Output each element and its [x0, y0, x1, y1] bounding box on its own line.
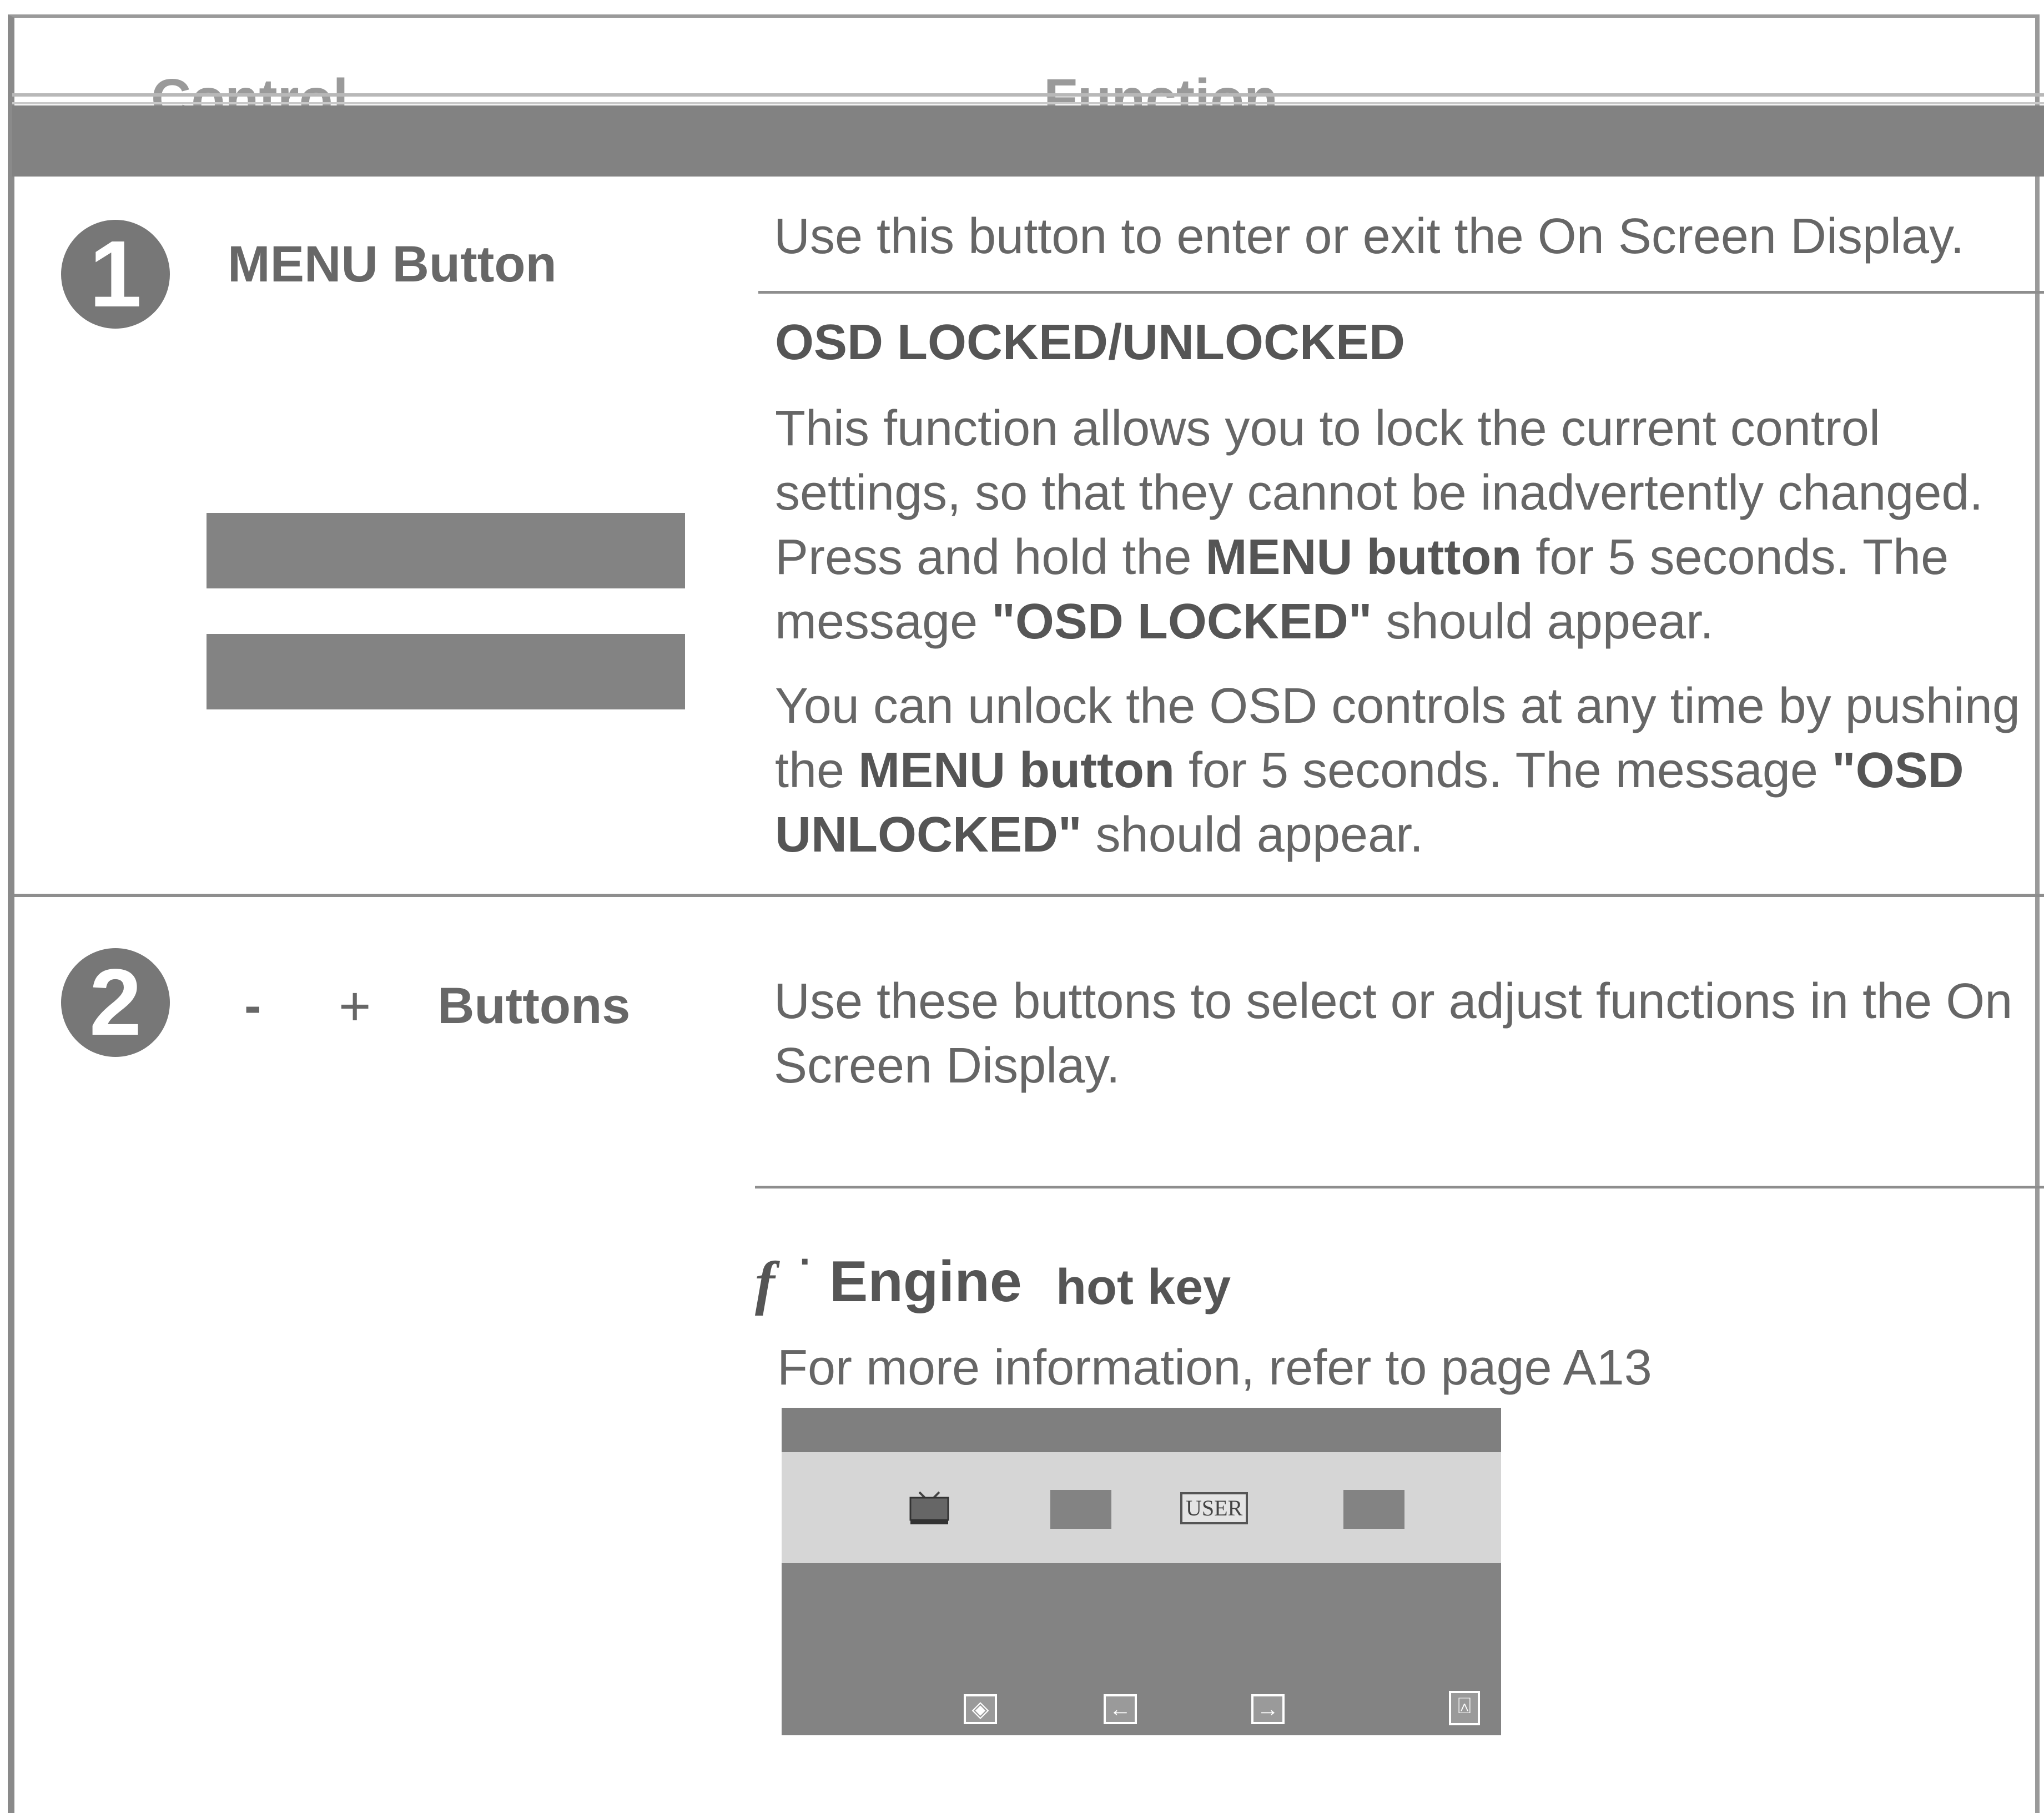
redacted-block: [207, 513, 685, 588]
divider: [755, 1186, 2044, 1188]
buttons-label: Buttons: [437, 978, 631, 1034]
step-number-1: 1: [61, 220, 170, 329]
row-divider: [14, 894, 2044, 897]
select-icon: ◈: [964, 1694, 997, 1724]
header-rule: [12, 93, 2044, 97]
osd-lock-heading: OSD LOCKED/UNLOCKED: [775, 315, 1406, 370]
hotkey-info: For more information, refer to page A13: [777, 1340, 1652, 1396]
menu-button-label: MENU Button: [228, 236, 557, 293]
tv-icon: [908, 1490, 950, 1527]
divider: [758, 291, 2044, 294]
mode-block: [1343, 1490, 1404, 1529]
user-mode-icon: USER: [1180, 1492, 1248, 1524]
step-number-2: 2: [61, 948, 170, 1057]
header-bar: [12, 105, 2044, 177]
right-arrow-icon: →: [1251, 1694, 1285, 1724]
header-rule: [12, 102, 2044, 104]
osd-lock-paragraph: This function allows you to lock the cur…: [775, 401, 1983, 649]
fengine-f-logo: f: [755, 1250, 775, 1316]
plus-label: +: [339, 975, 371, 1038]
fengine-dot: ·: [799, 1240, 813, 1283]
exit-icon: ⍓: [1449, 1691, 1480, 1725]
fengine-brand: Engine: [829, 1250, 1022, 1314]
osd-unlock-paragraph: You can unlock the OSD controls at any t…: [775, 678, 2020, 863]
osd-preview: USER ◈ ← → ⍓: [782, 1408, 1501, 1735]
mode-block: [1050, 1490, 1111, 1529]
menu-intro: Use this button to enter or exit the On …: [774, 209, 1965, 264]
osd-title-bar: [782, 1408, 1501, 1452]
hotkey-label: hot key: [1056, 1260, 1231, 1315]
buttons-intro: Use these buttons to select or adjust fu…: [774, 974, 2013, 1094]
left-arrow-icon: ←: [1104, 1694, 1137, 1724]
redacted-block: [207, 634, 685, 709]
minus-label: -: [244, 978, 261, 1034]
